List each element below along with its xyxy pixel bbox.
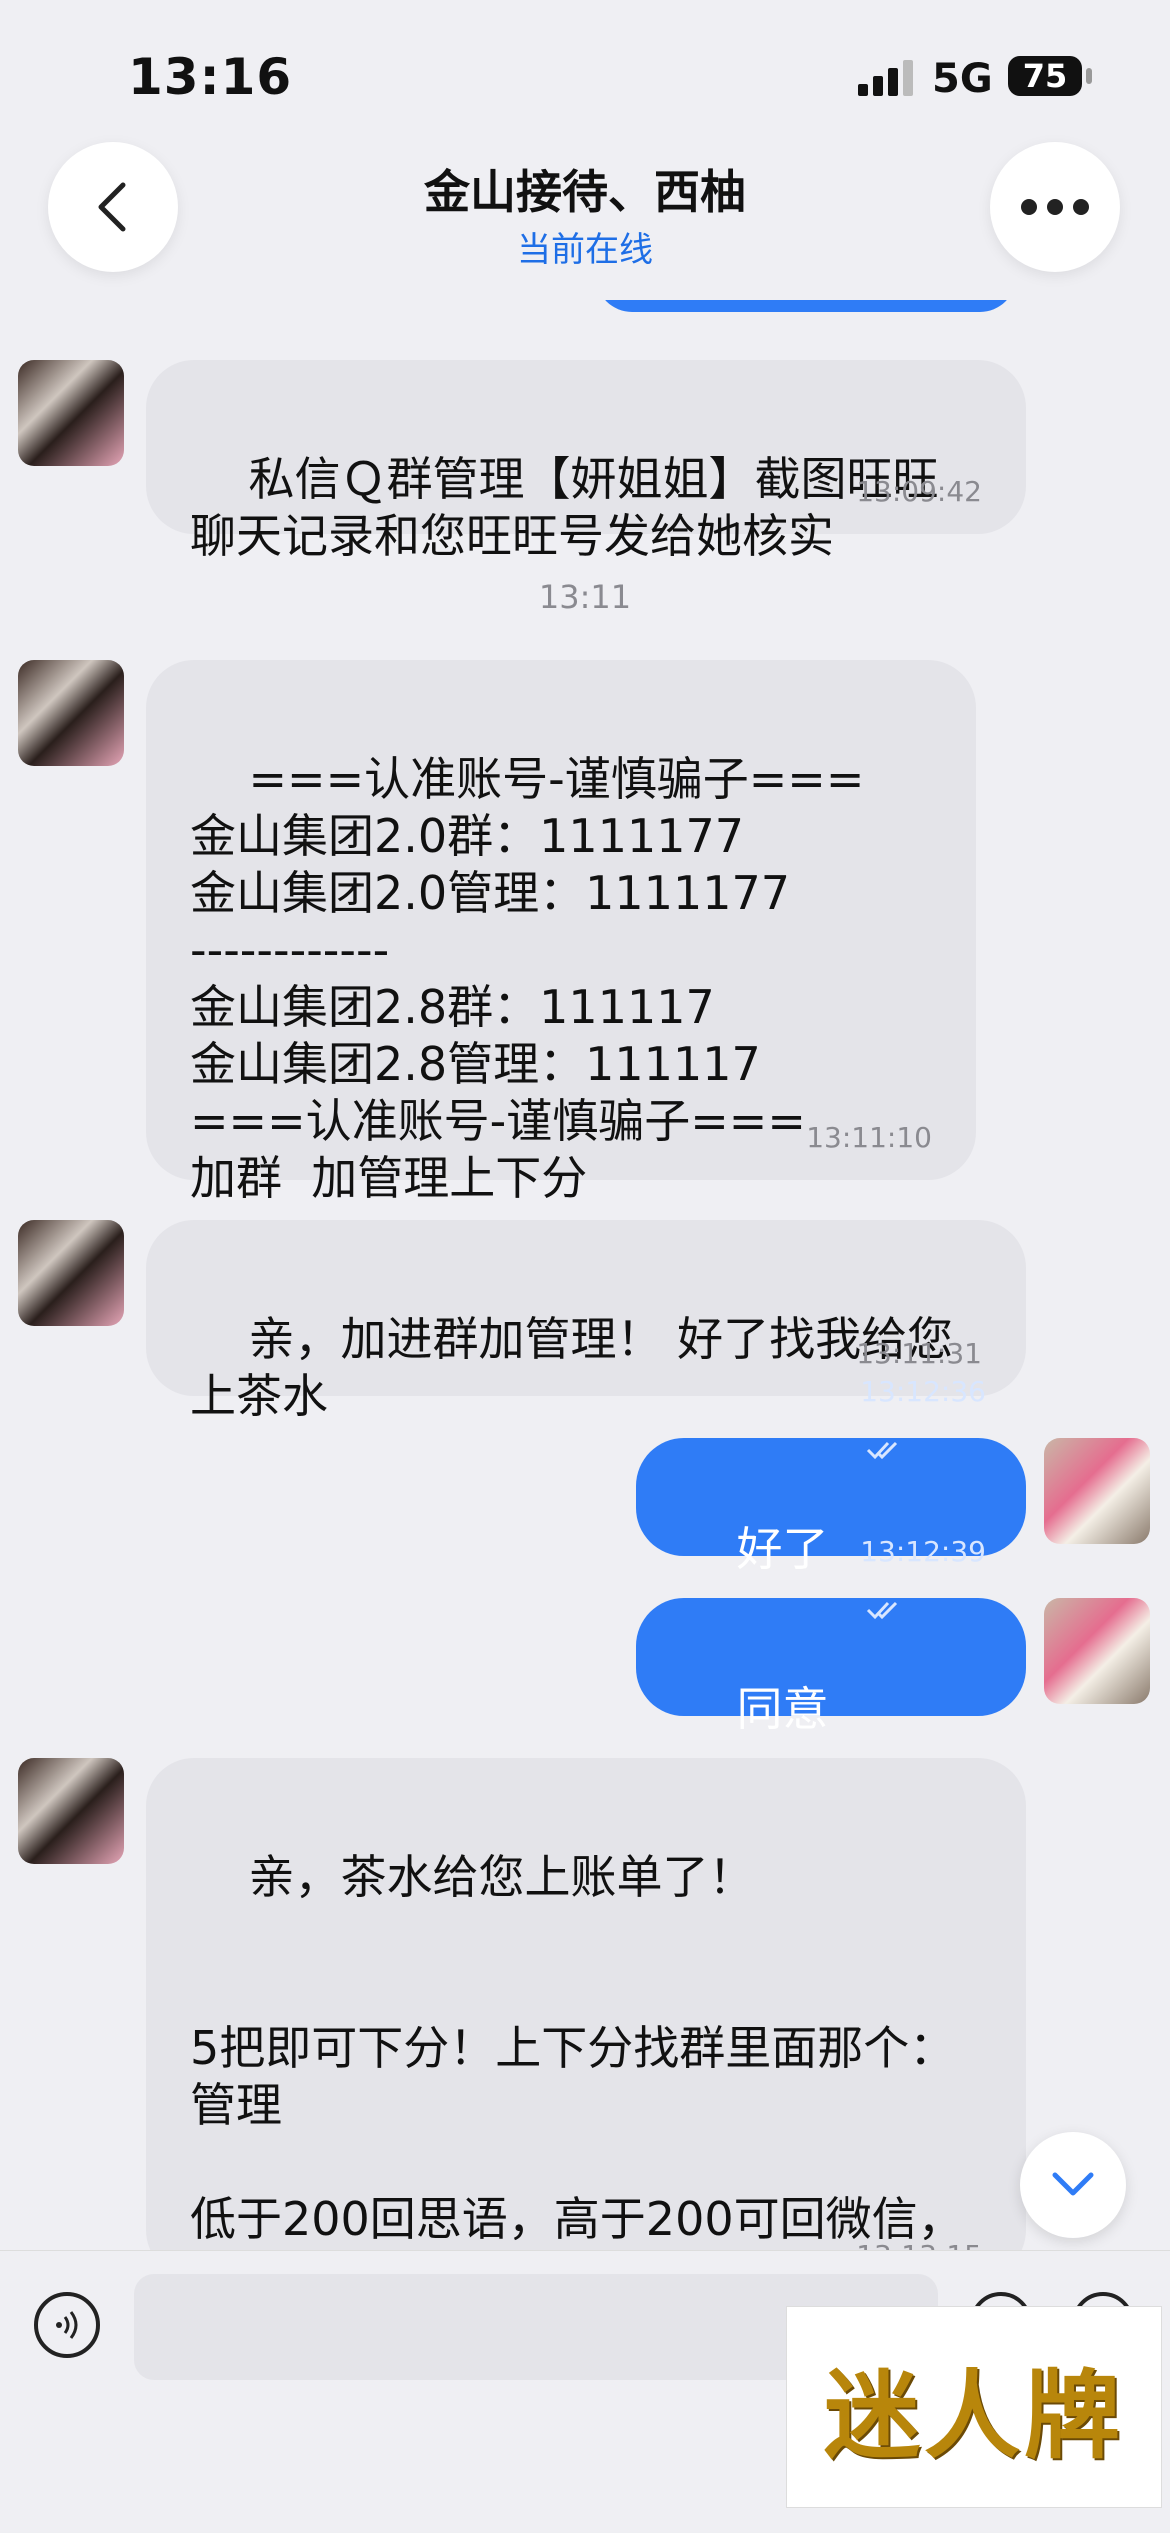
- contact-avatar[interactable]: [18, 1758, 124, 1864]
- scroll-to-bottom-button[interactable]: [1020, 2132, 1126, 2238]
- chevron-down-icon: [1052, 2172, 1094, 2196]
- message-time: 13:12:39: [807, 1466, 986, 1694]
- message-list[interactable]: 私信Ｑ群管理【妍姐姐】截图旺旺聊天记录和您旺旺号发给她核实 13:09:42 1…: [0, 300, 1170, 2250]
- battery-cap: [1086, 68, 1092, 84]
- watermark-logo: 迷人牌: [786, 2306, 1162, 2508]
- more-dots-icon: [1021, 199, 1089, 215]
- message-text: 私信Ｑ群管理【妍姐姐】截图旺旺聊天记录和您旺旺号发给她核实: [190, 452, 939, 563]
- voice-icon: [56, 2311, 78, 2339]
- message-bubble[interactable]: ===认准账号-谨慎骗子=== 金山集团2.0群：1111177 金山集团2.0…: [146, 660, 976, 1205]
- double-check-icon: [867, 1441, 898, 1460]
- time-separator: 13:11: [538, 578, 632, 616]
- message-text: 亲，茶水给您上账单了！ 5把即可下分！上下分找群里面那个：管理 低于200回思语…: [190, 1850, 964, 2250]
- message-bubble-mine[interactable]: 同意 13:12:39: [636, 1535, 1026, 1736]
- contact-avatar[interactable]: [18, 660, 124, 766]
- my-avatar[interactable]: [1044, 1598, 1150, 1704]
- message-time: 13:13:15: [856, 2227, 982, 2250]
- signal-icon: [858, 60, 913, 96]
- status-time: 13:16: [128, 48, 293, 106]
- message-time: 13:09:42: [856, 475, 982, 508]
- message-bubble[interactable]: 私信Ｑ群管理【妍姐姐】截图旺旺聊天记录和您旺旺号发给她核实 13:09:42: [146, 360, 1026, 563]
- double-check-icon: [867, 1601, 898, 1620]
- message-time: 13:11:10: [806, 1121, 932, 1154]
- voice-button[interactable]: [34, 2292, 100, 2358]
- my-avatar[interactable]: [1044, 1438, 1150, 1544]
- contact-avatar[interactable]: [18, 360, 124, 466]
- battery-indicator: 75: [1008, 56, 1082, 96]
- message-text: ===认准账号-谨慎骗子=== 金山集团2.0群：1111177 金山集团2.0…: [190, 752, 865, 1205]
- more-button[interactable]: [990, 142, 1120, 272]
- message-bubble[interactable]: 亲，茶水给您上账单了！ 5把即可下分！上下分找群里面那个：管理 低于200回思语…: [146, 1758, 1026, 2250]
- previous-message-bubble: [596, 300, 1016, 312]
- network-label: 5G: [932, 56, 993, 102]
- contact-avatar[interactable]: [18, 1220, 124, 1326]
